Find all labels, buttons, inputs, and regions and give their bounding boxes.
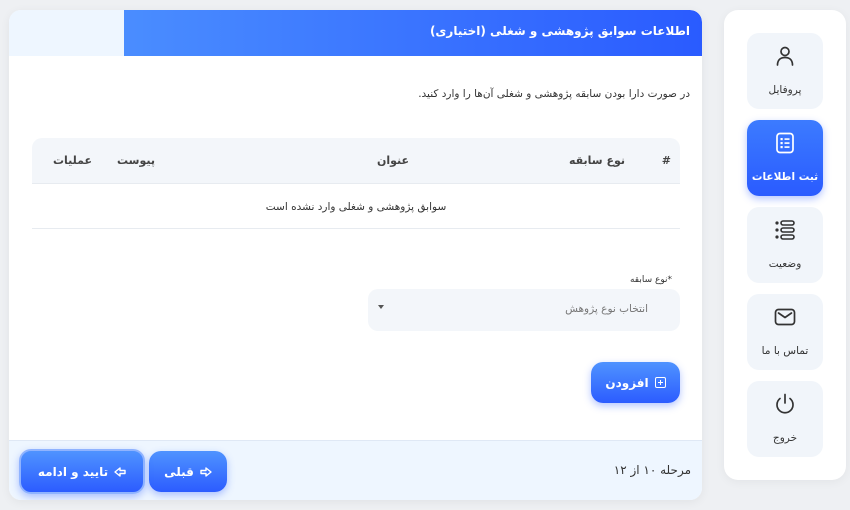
footer-bar: مرحله ۱۰ از ۱۲ قبلی تایید و ادامه: [9, 440, 702, 500]
confirm-continue-label: تایید و ادامه: [37, 464, 109, 479]
column-header-operations: عملیات: [53, 154, 93, 167]
column-header-attachment: پیوست: [117, 154, 155, 167]
intro-text: در صورت دارا بودن سابقه پژوهشی و شغلی آن…: [418, 88, 690, 100]
column-header-type: نوع سابقه: [568, 154, 625, 167]
main-card: اطلاعات سوابق پژوهشی و شغلی (اختیاری) در…: [9, 10, 702, 500]
column-header-title: عنوان: [377, 154, 410, 167]
header-title-bar: اطلاعات سوابق پژوهشی و شغلی (اختیاری): [124, 10, 702, 56]
caret-down-icon: [378, 305, 384, 309]
sidebar-item-label: وضعیت: [768, 258, 802, 270]
card-header: اطلاعات سوابق پژوهشی و شغلی (اختیاری): [9, 10, 702, 56]
sidebar-item-logout[interactable]: خروج: [747, 381, 823, 457]
sidebar-item-label: ثبت اطلاعات: [751, 171, 819, 183]
table-header: # نوع سابقه عنوان پیوست عملیات: [32, 138, 680, 183]
list-icon: [775, 220, 795, 240]
sidebar-item-label: خروج: [772, 432, 798, 444]
record-type-select[interactable]: انتخاب نوع پژوهش: [368, 289, 680, 331]
record-type-label: *نوع سابقه: [629, 275, 672, 285]
clipboard-icon: [776, 132, 794, 154]
add-button-label: افزودن: [605, 375, 649, 390]
sidebar-item-label: تماس با ما: [761, 345, 809, 357]
sidebar-item-register-info[interactable]: ثبت اطلاعات: [747, 120, 823, 196]
arrow-left-icon: [114, 466, 126, 477]
sidebar: پروفایل ثبت اطلاعات وضعیت تماس با ما خرو…: [724, 10, 846, 480]
record-type-placeholder: انتخاب نوع پژوهش: [565, 303, 648, 315]
mail-icon: [774, 308, 796, 326]
user-icon: [776, 46, 794, 66]
empty-table-message: سوابق پژوهشی و شغلی وارد نشده است: [265, 201, 447, 213]
add-button[interactable]: افزودن: [591, 362, 680, 403]
column-header-number: #: [661, 154, 671, 167]
previous-button[interactable]: قبلی: [149, 451, 227, 492]
sidebar-item-contact[interactable]: تماس با ما: [747, 294, 823, 370]
sidebar-item-profile[interactable]: پروفایل: [747, 33, 823, 109]
confirm-continue-button[interactable]: تایید و ادامه: [19, 449, 145, 494]
previous-button-label: قبلی: [164, 464, 194, 479]
section-title: اطلاعات سوابق پژوهشی و شغلی (اختیاری): [429, 24, 690, 38]
power-icon: [776, 393, 794, 414]
arrow-right-icon: [200, 466, 212, 477]
table-empty-row: سوابق پژوهشی و شغلی وارد نشده است: [32, 183, 680, 229]
sidebar-item-status[interactable]: وضعیت: [747, 207, 823, 283]
plus-square-icon: [654, 377, 666, 388]
step-indicator: مرحله ۱۰ از ۱۲: [613, 463, 691, 477]
sidebar-item-label: پروفایل: [768, 84, 802, 96]
